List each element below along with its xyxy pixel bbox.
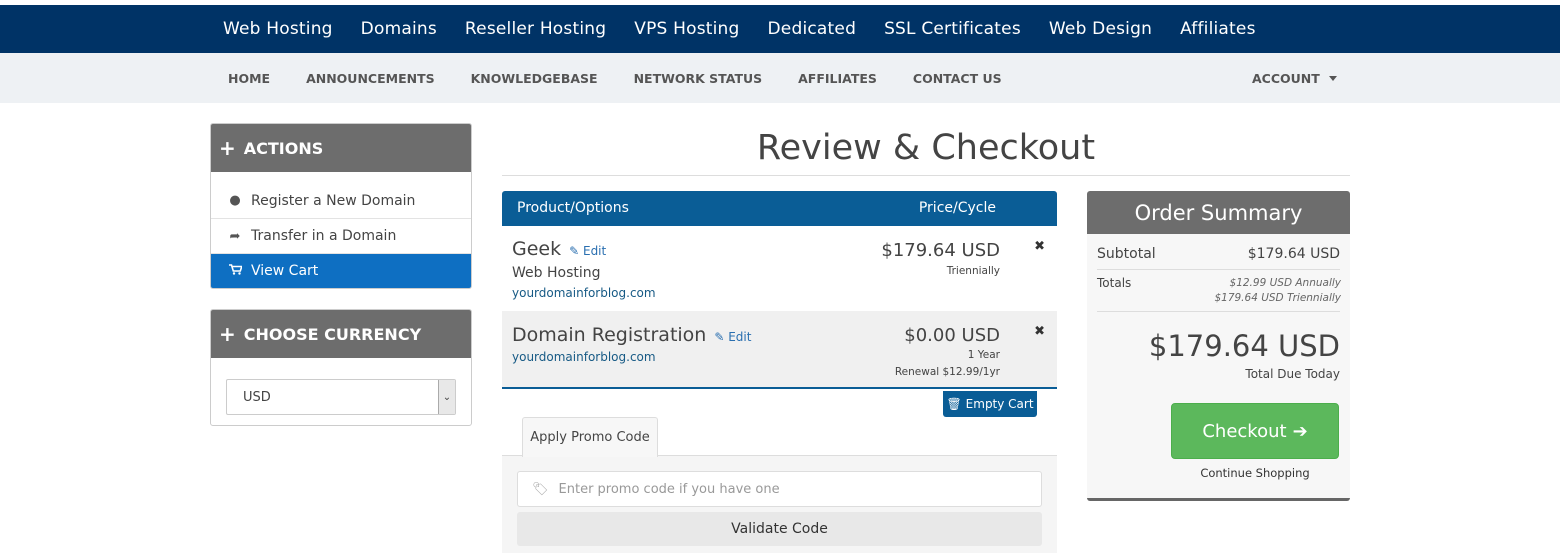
- total-due-amount: $179.64 USD: [1148, 329, 1340, 363]
- totals-annual: $12.99 USD Annually: [1229, 277, 1341, 289]
- checkout-label: Checkout: [1202, 420, 1287, 442]
- subtotal-label: Subtotal: [1097, 246, 1156, 262]
- subnav-affiliates[interactable]: AFFILIATES: [798, 71, 877, 86]
- nav-reseller-hosting[interactable]: Reseller Hosting: [465, 19, 606, 39]
- subnav-home[interactable]: HOME: [228, 71, 270, 86]
- total-due-label: Total Due Today: [1245, 367, 1340, 381]
- validate-code-button[interactable]: Validate Code: [517, 512, 1042, 546]
- account-label: ACCOUNT: [1252, 70, 1320, 86]
- actions-title: ACTIONS: [243, 138, 324, 158]
- cart-icon: [228, 263, 243, 279]
- arrow-right-icon: ➔: [1292, 420, 1308, 442]
- chevron-down-icon: ⌄: [438, 380, 455, 414]
- promo-tab-label: Apply Promo Code: [530, 430, 650, 445]
- currency-panel: + CHOOSE CURRENCY USD ⌄: [210, 309, 472, 426]
- item-cycle: Triennially: [946, 265, 1000, 277]
- promo-placeholder: Enter promo code if you have one: [558, 481, 780, 497]
- item-cycle: 1 Year: [967, 349, 1000, 361]
- item-renewal: Renewal $12.99/1yr: [894, 366, 1000, 378]
- tag-icon: 🏷: [532, 481, 549, 497]
- product-name: Domain Registration: [512, 324, 707, 346]
- promo-code-input[interactable]: 🏷 Enter promo code if you have one: [517, 471, 1042, 507]
- currency-select[interactable]: USD ⌄: [226, 379, 456, 415]
- edit-label: Edit: [728, 330, 752, 344]
- subnav-knowledgebase[interactable]: KNOWLEDGEBASE: [471, 71, 598, 86]
- actions-panel-header[interactable]: + ACTIONS: [211, 124, 471, 172]
- action-transfer-domain[interactable]: ➦ Transfer in a Domain: [211, 218, 471, 253]
- action-label: Register a New Domain: [251, 192, 416, 209]
- subtotal-row: Subtotal $179.64 USD: [1097, 246, 1340, 262]
- totals-label: Totals: [1097, 276, 1132, 290]
- subnav-contact-us[interactable]: CONTACT US: [913, 71, 1002, 86]
- share-arrow-icon: ➦: [229, 228, 241, 244]
- nav-ssl-certificates[interactable]: SSL Certificates: [884, 19, 1021, 39]
- nav-dedicated[interactable]: Dedicated: [768, 19, 857, 39]
- page-title: Review & Checkout: [756, 128, 1096, 168]
- subnav-network-status[interactable]: NETWORK STATUS: [634, 71, 763, 86]
- nav-web-hosting[interactable]: Web Hosting: [223, 19, 333, 39]
- plus-icon: +: [219, 136, 236, 160]
- subtotal-value: $179.64 USD: [1247, 246, 1340, 262]
- summary-divider: [1097, 311, 1340, 312]
- cart-table-header: Product/Options Price/Cycle: [502, 191, 1057, 226]
- col-price-cycle: Price/Cycle: [918, 200, 996, 216]
- secondary-nav: HOME ANNOUNCEMENTS KNOWLEDGEBASE NETWORK…: [210, 53, 1020, 103]
- action-label: Transfer in a Domain: [251, 228, 397, 244]
- order-summary-panel: Order Summary Subtotal $179.64 USD Total…: [1087, 191, 1350, 501]
- order-summary-title: Order Summary: [1087, 191, 1350, 234]
- product-name-line: Geek ✎ Edit: [512, 238, 606, 260]
- checkout-button[interactable]: Checkout ➔: [1171, 403, 1339, 459]
- secondary-navbar: HOME ANNOUNCEMENTS KNOWLEDGEBASE NETWORK…: [0, 53, 1560, 103]
- totals-triennial: $179.64 USD Triennially: [1214, 292, 1341, 304]
- currency-title: CHOOSE CURRENCY: [243, 324, 422, 344]
- currency-panel-header[interactable]: + CHOOSE CURRENCY: [211, 310, 471, 358]
- nav-domains[interactable]: Domains: [361, 19, 437, 39]
- top-nav: Web Hosting Domains Reseller Hosting VPS…: [209, 5, 1270, 53]
- title-divider: [502, 175, 1350, 176]
- empty-cart-button[interactable]: 🗑 Empty Cart: [943, 391, 1037, 417]
- subnav-announcements[interactable]: ANNOUNCEMENTS: [306, 71, 435, 86]
- tab-apply-promo-code[interactable]: Apply Promo Code: [522, 417, 658, 457]
- nav-affiliates[interactable]: Affiliates: [1180, 19, 1256, 39]
- product-domain: yourdomainforblog.com: [512, 350, 656, 364]
- remove-item-icon[interactable]: ✖: [1034, 239, 1045, 254]
- item-price: $179.64 USD: [881, 240, 1000, 261]
- edit-link[interactable]: ✎ Edit: [569, 244, 606, 258]
- item-price: $0.00 USD: [904, 325, 1000, 346]
- product-name-line: Domain Registration ✎ Edit: [512, 324, 751, 346]
- plus-icon: +: [219, 322, 236, 346]
- action-register-domain[interactable]: ● Register a New Domain: [211, 183, 471, 218]
- remove-item-icon[interactable]: ✖: [1034, 324, 1045, 339]
- nav-vps-hosting[interactable]: VPS Hosting: [634, 19, 739, 39]
- validate-code-label: Validate Code: [731, 521, 828, 537]
- product-name: Geek: [512, 238, 562, 260]
- summary-divider: [1097, 269, 1340, 270]
- trash-icon: 🗑: [946, 397, 962, 411]
- edit-label: Edit: [582, 244, 607, 258]
- cart-item-row: Domain Registration ✎ Edit yourdomainforb…: [502, 311, 1057, 389]
- action-view-cart[interactable]: View Cart: [211, 253, 471, 288]
- product-domain: yourdomainforblog.com: [512, 286, 656, 300]
- currency-value: USD: [243, 389, 271, 405]
- continue-shopping-link[interactable]: Continue Shopping: [1171, 466, 1339, 480]
- edit-link[interactable]: ✎ Edit: [714, 330, 751, 344]
- nav-web-design[interactable]: Web Design: [1049, 19, 1152, 39]
- product-group: Web Hosting: [512, 265, 601, 281]
- action-label: View Cart: [251, 263, 319, 279]
- account-dropdown[interactable]: ACCOUNT: [1252, 53, 1337, 103]
- actions-panel: + ACTIONS ● Register a New Domain ➦ Tran…: [210, 123, 472, 289]
- caret-down-icon: [1328, 75, 1337, 81]
- cart-item-row: Geek ✎ Edit Web Hosting yourdomainforblog…: [502, 226, 1057, 311]
- col-product-options: Product/Options: [517, 200, 629, 216]
- globe-icon: ●: [229, 193, 241, 208]
- top-navbar: Web Hosting Domains Reseller Hosting VPS…: [0, 5, 1560, 53]
- empty-cart-label: Empty Cart: [965, 397, 1034, 411]
